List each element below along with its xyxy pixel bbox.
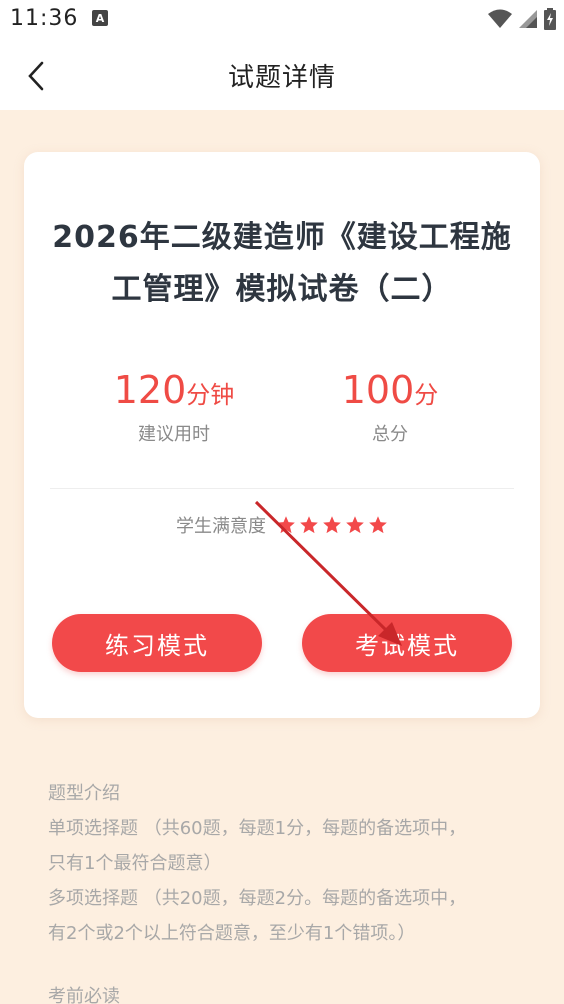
notification-a-icon: A	[92, 10, 108, 26]
divider	[50, 488, 514, 489]
wifi-icon	[488, 9, 512, 28]
back-chevron-icon	[28, 61, 44, 91]
battery-icon	[544, 8, 556, 30]
duration-stat: 120分钟 建议用时	[64, 368, 284, 446]
status-bar: 11:36 A	[0, 0, 564, 40]
question-type-intro: 题型介绍 单项选择题 （共60题，每题1分，每题的备选项中， 只有1个最符合题意…	[48, 776, 508, 1004]
exam-title-line1: 2026年二级建造师《建设工程施	[52, 220, 512, 255]
exam-title-line2: 工管理》模拟试卷（二）	[111, 272, 453, 307]
multi-choice-desc: 多项选择题 （共20题，每题2分。每题的备选项中，	[48, 888, 467, 909]
app-header: 试题详情	[0, 40, 564, 110]
duration-value: 120	[113, 368, 187, 412]
score-stat: 100分 总分	[280, 368, 500, 446]
duration-unit: 分钟	[186, 381, 235, 409]
page-title: 试题详情	[227, 62, 336, 93]
single-choice-desc-cont: 只有1个最符合题意）	[48, 853, 222, 874]
star-icon	[369, 516, 387, 534]
star-icon	[346, 516, 364, 534]
score-value: 100	[341, 368, 415, 412]
star-icon	[300, 516, 318, 534]
rating-stars	[276, 515, 388, 535]
satisfaction-rating: 学生满意度	[24, 512, 540, 538]
signal-icon	[519, 10, 537, 28]
score-label: 总分	[372, 424, 408, 445]
practice-mode-button[interactable]: 练习模式	[52, 614, 262, 672]
status-time: 11:36	[10, 6, 79, 31]
single-choice-desc: 单项选择题 （共60题，每题1分，每题的备选项中，	[48, 818, 467, 839]
score-unit: 分	[414, 381, 439, 409]
star-icon	[277, 516, 295, 534]
intro-heading: 题型介绍	[48, 783, 120, 804]
star-icon	[323, 516, 341, 534]
multi-choice-desc-cont: 有2个或2个以上符合题意，至少有1个错项。）	[48, 923, 416, 944]
back-button[interactable]	[18, 58, 54, 94]
status-icons	[488, 8, 556, 30]
duration-label: 建议用时	[138, 424, 210, 445]
exam-title: 2026年二级建造师《建设工程施 工管理》模拟试卷（二）	[48, 212, 516, 316]
exam-mode-button[interactable]: 考试模式	[302, 614, 512, 672]
exam-card: 2026年二级建造师《建设工程施 工管理》模拟试卷（二） 120分钟 建议用时 …	[24, 152, 540, 718]
rating-label: 学生满意度	[176, 516, 266, 537]
pre-exam-notes-heading: 考前必读	[48, 986, 120, 1004]
